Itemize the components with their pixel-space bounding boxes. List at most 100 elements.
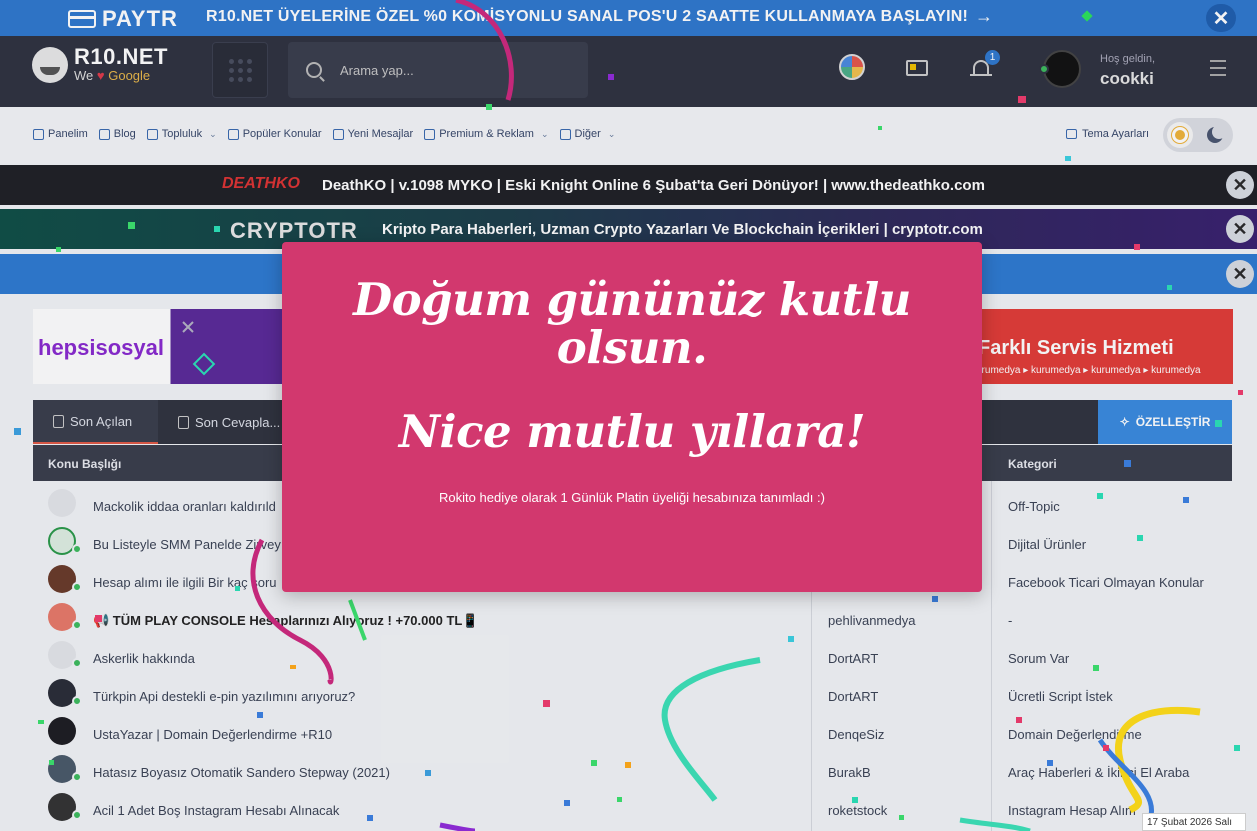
nav-item-premium[interactable]: Premium & Reklam ⌄ (424, 128, 549, 140)
comment-icon (178, 415, 189, 429)
user-greeting[interactable]: Hoş geldin, cookki (1100, 53, 1155, 89)
band1-text[interactable]: DeathKO | v.1098 MYKO | Eski Knight Onli… (322, 177, 985, 194)
arrow-right-icon[interactable]: → (975, 6, 993, 27)
customize-button[interactable]: ✧ ÖZELLEŞTİR (1098, 400, 1232, 444)
ad-kurumedya-sub: urumedya ▸ kurumedya ▸ kurumedya ▸ kurum… (976, 365, 1201, 376)
online-indicator (72, 620, 82, 630)
topic-title[interactable]: Hesap alımı ile ilgili Bir kaç soru (93, 575, 277, 590)
greeting-label: Hoş geldin, (1100, 53, 1156, 65)
messages-icon[interactable] (906, 60, 928, 76)
tab-label: Son Cevapla... (195, 414, 281, 430)
topic-category[interactable]: Dijital Ürünler (1008, 537, 1086, 552)
modal-message: Rokito hediye olarak 1 Günlük Platin üye… (439, 490, 825, 505)
topic-title[interactable]: Mackolik iddaa oranları kaldırıld (93, 499, 276, 514)
band2-text[interactable]: Kripto Para Haberleri, Uzman Crypto Yaza… (382, 221, 983, 238)
table-row[interactable]: Acil 1 Adet Boş Instagram Hesabı Alınaca… (33, 788, 1232, 826)
list-icon (559, 128, 571, 140)
trophy-icon (424, 128, 436, 140)
main-nav: Panelim Blog Topluluk ⌄ Popüler Konular Y… (0, 107, 1257, 163)
table-row[interactable]: Hatasız Boyasız Otomatik Sandero Stepway… (33, 750, 1232, 788)
topic-title[interactable]: UstaYazar | Domain Değerlendirme +R10 (93, 727, 332, 742)
nav-item-new-messages[interactable]: Yeni Mesajlar (332, 128, 413, 140)
topic-title[interactable]: Bu Listeyle SMM Panelde Zirvey (93, 537, 281, 552)
topic-title[interactable]: Acil 1 Adet Boş Instagram Hesabı Alınaca… (93, 803, 339, 818)
tab-label: Son Açılan (70, 413, 133, 429)
brand-name: R10.NET (74, 44, 168, 69)
online-indicator (1039, 64, 1049, 74)
topic-title[interactable]: Türkpin Api destekli e-pin yazılımını ar… (93, 689, 355, 704)
nav-item-blog[interactable]: Blog (98, 128, 136, 140)
topic-author[interactable]: DenqeSiz (828, 727, 884, 742)
table-row[interactable]: Askerlik hakkında DortART Sorum Var (33, 636, 1232, 674)
topic-category[interactable]: Instagram Hesap Alım (1008, 803, 1136, 818)
nav-label: Diğer (574, 128, 601, 140)
table-row[interactable]: Türkpin Api destekli e-pin yazılımını ar… (33, 674, 1232, 712)
tab-son-acilan[interactable]: Son Açılan (33, 400, 158, 444)
notifications-icon[interactable]: 1 (970, 50, 1000, 80)
search-input[interactable] (340, 62, 560, 78)
nav-label: Topluluk (161, 128, 203, 140)
band1-close-button[interactable]: ✕ (1226, 171, 1254, 199)
table-row[interactable]: 📢 TÜM PLAY CONSOLE Hesaplarınızı Alıyoru… (33, 598, 1232, 636)
topic-category[interactable]: Sorum Var (1008, 651, 1069, 666)
nav-label: Popüler Konular (242, 128, 322, 140)
grid-icon (229, 59, 253, 83)
site-logo[interactable]: R10.NET We ♥ Google (32, 46, 168, 84)
topic-author[interactable]: DortART (828, 689, 878, 704)
heart-icon: ♥ (96, 68, 105, 83)
username: cookki (1100, 69, 1154, 88)
document-icon (53, 414, 64, 428)
apps-menu-button[interactable] (212, 42, 268, 98)
avatar[interactable] (48, 717, 76, 745)
clock-icon (332, 128, 344, 140)
theme-settings-link[interactable]: Tema Ayarları (1066, 128, 1149, 140)
band2-close-button[interactable]: ✕ (1226, 215, 1254, 243)
birthday-modal: Doğum gününüz kutlu olsun. Nice mutlu yı… (282, 242, 982, 592)
topic-author[interactable]: BurakB (828, 765, 871, 780)
nav-item-topluluk[interactable]: Topluluk ⌄ (146, 128, 217, 140)
topic-title[interactable]: 📢 TÜM PLAY CONSOLE Hesaplarınızı Alıyoru… (93, 613, 479, 629)
notification-badge: 1 (985, 50, 1000, 65)
topic-author[interactable]: roketstock (828, 803, 887, 818)
rss-icon (98, 128, 110, 140)
topic-category[interactable]: Ücretli Script İstek (1008, 689, 1113, 704)
topic-title[interactable]: Hatasız Boyasız Otomatik Sandero Stepway… (93, 765, 390, 780)
sun-icon[interactable] (1167, 122, 1193, 148)
topic-category[interactable]: Facebook Ticari Olmayan Konular (1008, 575, 1204, 590)
topic-author[interactable]: pehlivanmedya (828, 613, 915, 628)
avatar[interactable] (48, 489, 76, 517)
modal-heading-line2: Nice mutlu yıllara! (398, 405, 866, 458)
ad-kurumedya[interactable]: Farklı Servis Hizmeti urumedya ▸ kurumed… (976, 309, 1233, 384)
paytr-brand: PAYTR (102, 6, 178, 31)
ad-hepsisosyal[interactable]: hepsisosyal (33, 309, 283, 384)
header-category: Kategori (1008, 457, 1057, 471)
lucky-wheel-icon[interactable] (839, 54, 865, 80)
moon-icon[interactable] (1207, 125, 1226, 143)
topic-category[interactable]: - (1008, 613, 1012, 628)
topic-category[interactable]: Domain Değerlendirme (1008, 727, 1142, 742)
user-avatar[interactable] (1039, 50, 1081, 88)
nav-item-panelim[interactable]: Panelim (33, 128, 88, 140)
band3-close-button[interactable]: ✕ (1226, 260, 1254, 288)
star-icon (227, 128, 239, 140)
topic-category[interactable]: Off-Topic (1008, 499, 1060, 514)
nav-item-other[interactable]: Diğer ⌄ (559, 128, 616, 140)
ad-band-deathko[interactable]: DEATHKO DeathKO | v.1098 MYKO | Eski Kni… (0, 165, 1257, 205)
nav-item-popular[interactable]: Popüler Konular (227, 128, 322, 140)
topic-title[interactable]: Askerlik hakkında (93, 651, 195, 666)
promo-close-button[interactable]: ✕ (1206, 4, 1236, 32)
search-icon (306, 62, 322, 78)
nav-label: Panelim (48, 128, 88, 140)
online-indicator (72, 582, 82, 592)
topic-author[interactable]: DortART (828, 651, 878, 666)
paytr-logo: PAYTR (68, 6, 178, 32)
date-tooltip: 17 Şubat 2026 Salı (1142, 813, 1246, 831)
topic-category[interactable]: Araç Haberleri & İkinci El Araba (1008, 765, 1189, 780)
chevron-down-icon: ⌄ (607, 128, 616, 139)
search-box[interactable] (288, 42, 588, 98)
promo-bar[interactable]: PAYTR R10.NET ÜYELERİNE ÖZEL %0 KOMİSYON… (0, 0, 1257, 36)
settings-icon[interactable] (1210, 60, 1232, 78)
table-row[interactable]: UstaYazar | Domain Değerlendirme +R10 De… (33, 712, 1232, 750)
theme-toggle[interactable] (1163, 118, 1233, 152)
promo-text[interactable]: R10.NET ÜYELERİNE ÖZEL %0 KOMİSYONLU SAN… (206, 8, 968, 26)
